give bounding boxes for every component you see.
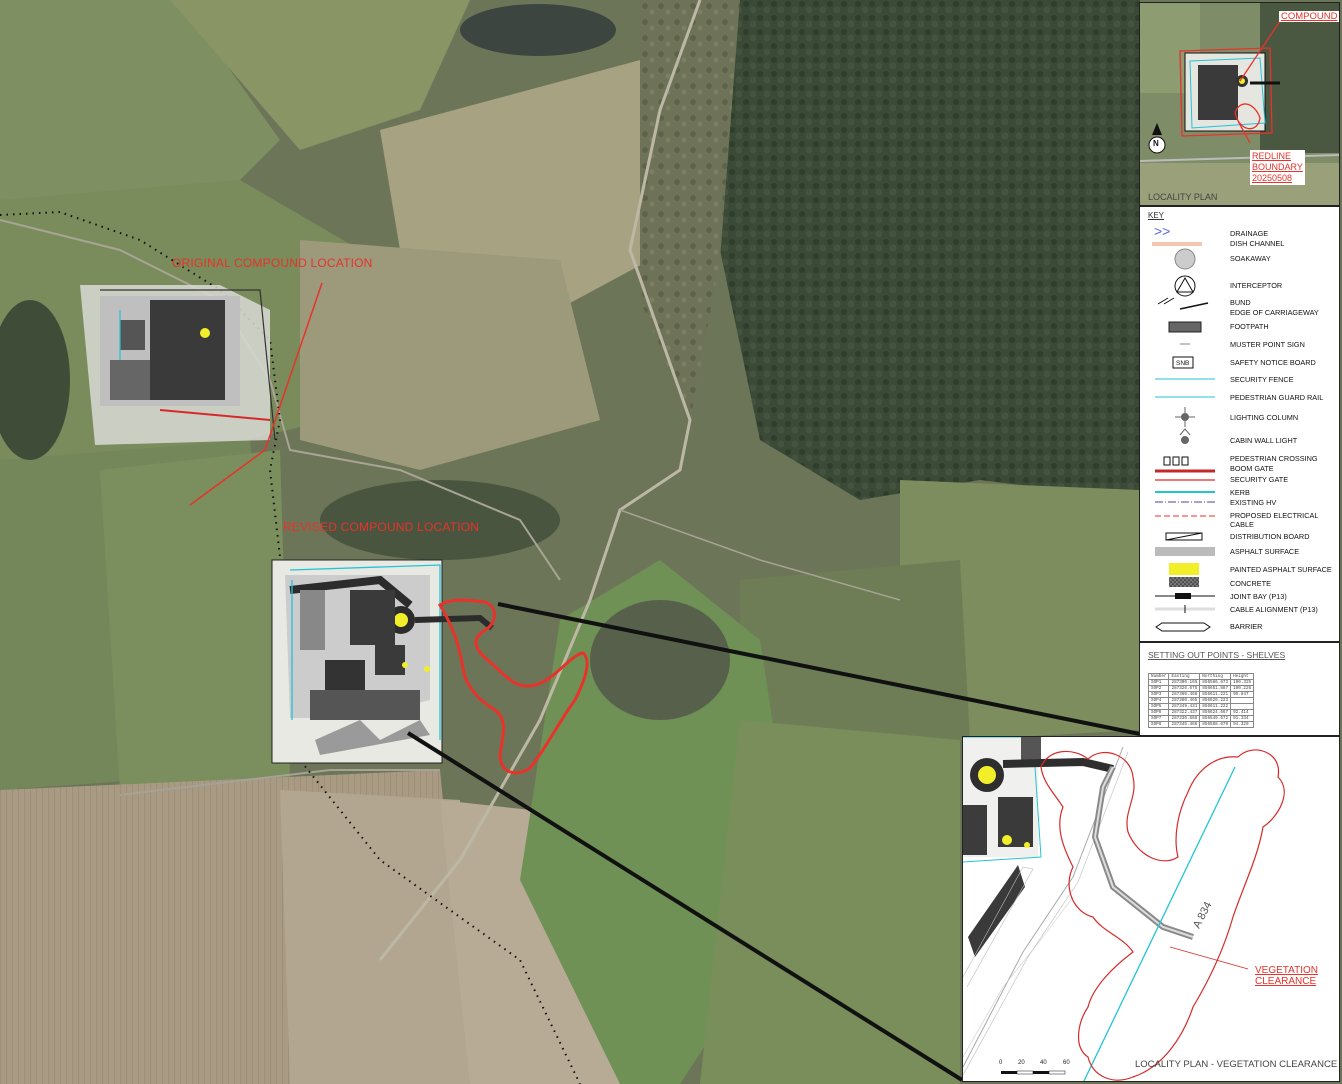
setting-out-cell: 287322.437 (1168, 709, 1201, 716)
locality-plan-caption: LOCALITY PLAN (1148, 192, 1218, 202)
redline-line-1: REDLINE (1252, 151, 1292, 161)
setting-out-row: SOP8 287345.466 856568.679 94.320 (1147, 721, 1255, 728)
key-item-barrier: BARRIER (1230, 622, 1263, 631)
original-compound-plan[interactable] (80, 285, 276, 445)
setting-out-cell: 856651.887 (1199, 685, 1232, 692)
key-item-pedestrian-crossing: PEDESTRIAN CROSSING (1230, 454, 1318, 463)
key-item-asphalt-surface: ASPHALT SURFACE (1230, 547, 1300, 556)
scale-tick-60: 60 (1063, 1060, 1070, 1066)
key-item-distribution-board: DISTRIBUTION BOARD (1230, 532, 1310, 541)
key-item-concrete: CONCRETE (1230, 579, 1271, 588)
setting-out-cell: 856611.222 (1199, 703, 1232, 710)
locality-plan-map (1140, 3, 1339, 205)
key-symbols: >> SNB (1152, 223, 1215, 632)
vegetation-plan-caption: LOCALITY PLAN - VEGETATION CLEARANCE (1135, 1059, 1338, 1070)
north-arrow-icon: N (1153, 139, 1159, 148)
key-item-pedestrian-guard-rail: PEDESTRIAN GUARD RAIL (1230, 393, 1324, 402)
field-lower-right (700, 720, 960, 1084)
key-item-safety-notice-board: SAFETY NOTICE BOARD (1230, 358, 1316, 367)
setting-out-header-cell: Number (1147, 673, 1170, 680)
setting-out-cell: 287380.465 (1168, 697, 1201, 704)
setting-out-cell: 100.325 (1230, 679, 1255, 686)
setting-out-cell: 287330.666 (1168, 715, 1201, 722)
compound-label: COMPOUND (1279, 11, 1339, 22)
setting-out-cell: 94.320 (1230, 721, 1255, 728)
forest-block (720, 0, 1140, 500)
settlement-trees (590, 600, 730, 720)
key-item-proposed-electrical: PROPOSED ELECTRICAL (1230, 511, 1319, 520)
scale-tick-20: 20 (1018, 1060, 1025, 1066)
revised-compound-label: REVISED COMPOUND LOCATION (283, 520, 480, 534)
setting-out-cell: 856611.221 (1199, 691, 1232, 698)
vegetation-line-1: VEGETATION (1255, 965, 1318, 976)
setting-out-cell: 856549.672 (1199, 715, 1232, 722)
setting-out-cell: 100.226 (1230, 685, 1255, 692)
key-item-cable: CABLE (1230, 520, 1254, 529)
setting-out-cell: 287326.675 (1168, 685, 1201, 692)
redline-line-2: BOUNDARY (1252, 162, 1303, 172)
key-item-cable-alignment: CABLE ALIGNMENT (P13) (1230, 605, 1318, 614)
setting-out-cell: 856624.667 (1199, 709, 1232, 716)
key-item-security-fence: SECURITY FENCE (1230, 375, 1294, 384)
setting-out-cell: 287300.165 (1168, 679, 1201, 686)
key-item-muster-point: MUSTER POINT SIGN (1230, 340, 1305, 349)
key-item-joint-bay: JOINT BAY (P13) (1230, 592, 1287, 601)
vegetation-clearance-label: VEGETATION CLEARANCE (1255, 965, 1318, 987)
locality-plan-inset[interactable]: COMPOUND REDLINE BOUNDARY 20250508 N LOC… (1139, 2, 1340, 206)
original-compound-label: ORIGINAL COMPOUND LOCATION (172, 256, 373, 270)
loch (460, 4, 616, 56)
key-item-boom-gate: BOOM GATE (1230, 464, 1274, 473)
key-item-painted-asphalt: PAINTED ASPHALT SURFACE (1230, 565, 1332, 574)
setting-out-cell: 856626.223 (1199, 697, 1232, 704)
key-item-security-gate: SECURITY GATE (1230, 475, 1289, 484)
setting-out-table: Number Easting Northing Height SOP1 287300.16… (1147, 673, 1255, 728)
setting-out-cell: 856586.673 (1199, 679, 1232, 686)
setting-out-points-panel: SETTING OUT POINTS - SHELVES Number Easti… (1139, 642, 1340, 736)
scale-tick-40: 40 (1040, 1060, 1047, 1066)
key-item-drainage: DRAINAGE (1230, 229, 1269, 238)
key-item-soakaway: SOAKAWAY (1230, 254, 1271, 263)
key-item-dish-channel: DISH CHANNEL (1230, 239, 1285, 248)
redline-boundary-label: REDLINE BOUNDARY 20250508 (1250, 150, 1305, 185)
setting-out-cell: 856568.679 (1199, 721, 1232, 728)
key-item-kerb: KERB (1230, 488, 1250, 497)
vegetation-line-2: CLEARANCE (1255, 976, 1317, 987)
setting-out-cell: 287349.431 (1168, 703, 1201, 710)
setting-out-cell: 287360.466 (1168, 691, 1201, 698)
setting-out-title: SETTING OUT POINTS - SHELVES (1148, 650, 1286, 660)
svg-text:>>: >> (1154, 223, 1170, 239)
vegetation-clearance-inset[interactable]: A 834 VEGETATION CLEARANCE 0 20 40 60 LO… (962, 736, 1340, 1082)
scale-tick-0: 0 (999, 1060, 1003, 1066)
snb-symbol-text: SNB (1176, 360, 1189, 367)
key-item-edge-carriageway: EDGE OF CARRIAGEWAY (1230, 308, 1319, 317)
setting-out-cell: 287345.466 (1168, 721, 1201, 728)
vegetation-clearance-plan (963, 737, 1339, 1081)
field-lower-middle (280, 790, 470, 1084)
map-stage: ORIGINAL COMPOUND LOCATION REVISED COMPO… (0, 0, 1342, 1084)
key-item-bund: BUND (1230, 298, 1251, 307)
key-item-footpath: FOOTPATH (1230, 322, 1269, 331)
key-panel: KEY >> SNB DRAINAGE DISH CHANNEL SOAKAWA… (1139, 206, 1340, 642)
key-item-existing-hv: EXISTING HV (1230, 498, 1277, 507)
key-item-cabin-wall-light: CABIN WALL LIGHT (1230, 436, 1298, 445)
redline-line-3: 20250508 (1252, 173, 1293, 183)
setting-out-cell: SOP8 (1147, 721, 1170, 728)
key-item-lighting-column: LIGHTING COLUMN (1230, 413, 1299, 422)
key-item-interceptor: INTERCEPTOR (1230, 281, 1283, 290)
